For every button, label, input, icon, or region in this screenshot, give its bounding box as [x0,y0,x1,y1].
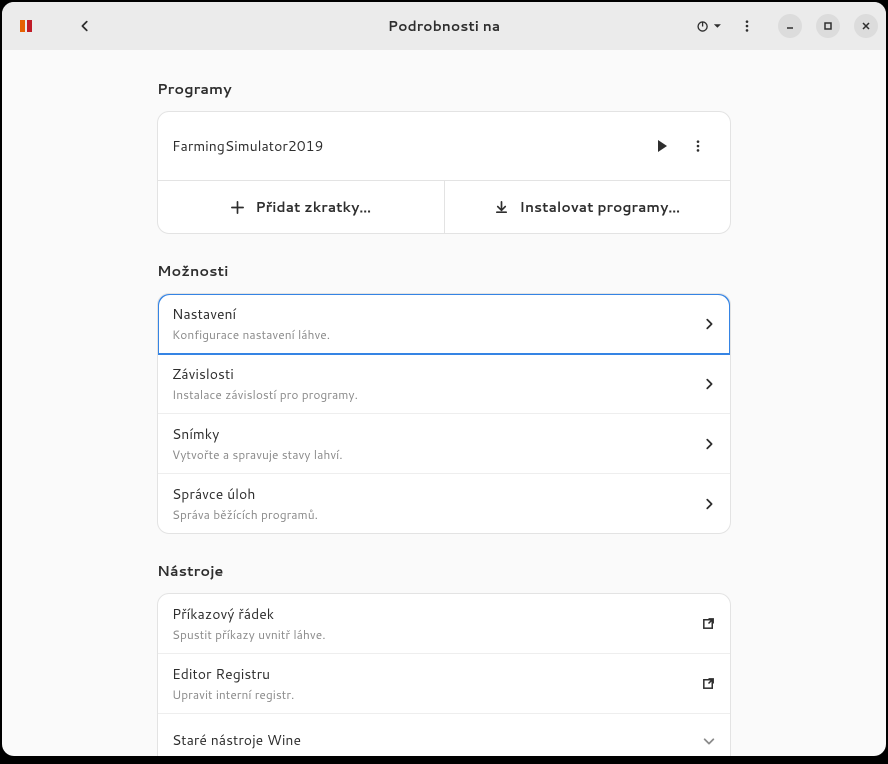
row-text: Správce úloh Správa běžících programů. [172,484,702,523]
play-icon [654,138,670,154]
back-button[interactable] [68,9,102,43]
minimize-button[interactable] [778,14,802,38]
app-logo-icon [18,18,34,34]
row-title: Snímky [172,424,702,444]
programs-title: Programy [157,78,731,99]
program-item: FarmingSimulator2019 [158,112,730,180]
row-subtitle: Správa běžících programů. [172,506,702,523]
plus-icon [230,200,245,215]
play-button[interactable] [644,128,680,164]
row-subtitle: Vytvořte a spravuje stavy lahví. [172,446,702,463]
chevron-left-icon [78,19,92,33]
window-title: Podrobnosti na [388,16,500,36]
chevron-down-icon [702,734,716,748]
task-manager-row[interactable]: Správce úloh Správa běžících programů. [158,474,730,533]
row-subtitle: Konfigurace nastavení láhve. [172,326,702,343]
program-actions: Přidat zkratky… Instalovat programy… [158,180,730,233]
options-card: Nastavení Konfigurace nastavení láhve. Z… [157,293,731,534]
row-subtitle: Upravit interní registr. [172,686,701,703]
power-menu-button[interactable] [692,9,726,43]
chevron-right-icon [702,317,716,331]
maximize-icon [823,21,833,31]
tools-card: Příkazový řádek Spustit příkazy uvnitř l… [157,593,731,756]
row-subtitle: Spustit příkazy uvnitř láhve. [172,626,701,643]
row-title: Staré nástroje Wine [172,730,702,750]
triangle-down-icon [713,21,722,31]
external-link-icon [701,616,716,631]
row-title: Příkazový řádek [172,604,701,624]
tools-section: Nástroje Příkazový řádek Spustit příkazy… [157,560,731,756]
install-programs-button[interactable]: Instalovat programy… [445,181,731,233]
app-window: Podrobnosti na Programy [2,2,886,756]
row-subtitle: Instalace závislostí pro programy. [172,386,702,403]
add-shortcuts-label: Přidat zkratky… [255,197,371,217]
tools-title: Nástroje [157,560,731,581]
install-programs-label: Instalovat programy… [519,197,680,217]
maximize-button[interactable] [816,14,840,38]
row-text: Nastavení Konfigurace nastavení láhve. [172,304,702,343]
row-text: Závislosti Instalace závislostí pro prog… [172,364,702,403]
row-text: Staré nástroje Wine [172,730,702,752]
legacy-wine-tools-row[interactable]: Staré nástroje Wine [158,714,730,756]
options-section: Možnosti Nastavení Konfigurace nastavení… [157,260,731,534]
snapshots-row[interactable]: Snímky Vytvořte a spravuje stavy lahví. [158,414,730,474]
download-icon [494,200,509,215]
dependencies-row[interactable]: Závislosti Instalace závislostí pro prog… [158,354,730,414]
row-text: Příkazový řádek Spustit příkazy uvnitř l… [172,604,701,643]
kebab-icon [691,139,705,153]
kebab-icon [740,19,754,33]
header-controls [692,9,878,43]
row-text: Snímky Vytvořte a spravuje stavy lahví. [172,424,702,463]
chevron-right-icon [702,377,716,391]
minimize-icon [785,21,795,31]
programs-section: Programy FarmingSimulator2019 Přidat zkr… [157,78,731,234]
options-title: Možnosti [157,260,731,281]
main-content: Programy FarmingSimulator2019 Přidat zkr… [2,50,886,756]
row-title: Správce úloh [172,484,702,504]
program-name: FarmingSimulator2019 [172,136,644,156]
row-title: Nastavení [172,304,702,324]
close-icon [861,21,871,31]
settings-row[interactable]: Nastavení Konfigurace nastavení láhve. [158,294,730,354]
row-text: Editor Registru Upravit interní registr. [172,664,701,703]
row-title: Závislosti [172,364,702,384]
programs-card: FarmingSimulator2019 Přidat zkratky… [157,111,731,234]
power-icon [696,19,709,34]
kebab-menu-button[interactable] [730,9,764,43]
registry-editor-row[interactable]: Editor Registru Upravit interní registr. [158,654,730,714]
command-line-row[interactable]: Příkazový řádek Spustit příkazy uvnitř l… [158,594,730,654]
chevron-right-icon [702,497,716,511]
row-title: Editor Registru [172,664,701,684]
program-menu-button[interactable] [680,128,716,164]
add-shortcuts-button[interactable]: Přidat zkratky… [158,181,445,233]
close-button[interactable] [854,14,878,38]
chevron-right-icon [702,437,716,451]
external-link-icon [701,676,716,691]
header-bar: Podrobnosti na [2,2,886,50]
